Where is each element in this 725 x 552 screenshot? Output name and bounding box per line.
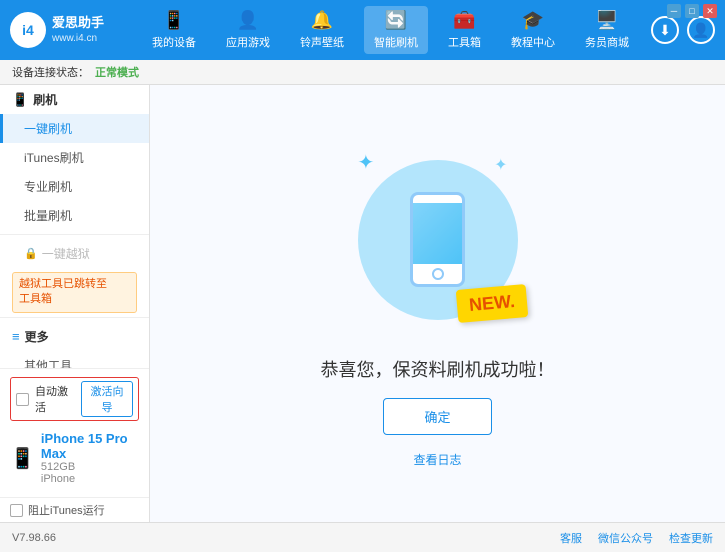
device-phone-icon: 📱	[10, 446, 35, 471]
success-message: 恭喜您，保资料刷机成功啦！	[321, 356, 555, 382]
top-right-controls: ⬇ 👤	[651, 16, 715, 44]
nav-tutorial[interactable]: 🎓 教程中心	[501, 6, 565, 54]
itunes-bar: 阻止iTunes运行	[0, 497, 149, 522]
more-section-icon: ≡	[12, 329, 20, 344]
user-button[interactable]: 👤	[687, 16, 715, 44]
tutorial-icon: 🎓	[522, 10, 544, 31]
customer-service-link[interactable]: 客服	[560, 530, 582, 546]
new-badge: NEW.	[456, 284, 529, 323]
sidebar-device-section: 自动激活 激活向导 📱 iPhone 15 Pro Max 512GB iPho…	[0, 368, 149, 497]
phone-screen	[413, 203, 462, 264]
logo-icon: i4	[10, 12, 46, 48]
nav-business[interactable]: 🖥️ 务员商城	[575, 6, 639, 54]
bottom-left: V7.98.66	[12, 532, 56, 544]
activation-guide-button[interactable]: 激活向导	[81, 381, 133, 417]
minimize-button[interactable]: ─	[667, 4, 681, 18]
nav-tools[interactable]: 🧰 工具箱	[438, 6, 491, 54]
phone-home-button	[432, 268, 444, 280]
sidebar-item-jailbreak-disabled: 🔒 一键越狱	[0, 239, 149, 268]
sidebar-divider-2	[0, 317, 149, 318]
sidebar-scroll: 📱 刷机 一键刷机 iTunes刷机 专业刷机 批量刷机 🔒 一键越狱 越狱工具…	[0, 85, 149, 368]
device-info: 📱 iPhone 15 Pro Max 512GB iPhone	[10, 427, 139, 489]
sidebar-item-itunes-flash[interactable]: iTunes刷机	[0, 143, 149, 172]
main-layout: 📱 刷机 一键刷机 iTunes刷机 专业刷机 批量刷机 🔒 一键越狱 越狱工具…	[0, 85, 725, 522]
lock-icon: 🔒	[24, 247, 38, 260]
logo-text: 爱思助手 www.i4.cn	[52, 15, 104, 45]
itunes-checkbox[interactable]	[10, 504, 23, 517]
sidebar-divider-1	[0, 234, 149, 235]
smart-flash-icon: 🔄	[385, 10, 407, 31]
download-button[interactable]: ⬇	[651, 16, 679, 44]
main-content: ✦ ✦ NEW. 恭喜您，保资料刷机成功啦！ 确定 查看日志	[150, 85, 725, 522]
top-navbar: i4 爱思助手 www.i4.cn 📱 我的设备 👤 应用游戏 🔔 铃声壁纸 🔄…	[0, 0, 725, 60]
phone-illustration: ✦ ✦ NEW.	[338, 140, 538, 340]
sparkle-left-icon: ✦	[358, 150, 375, 175]
maximize-button[interactable]: □	[685, 4, 699, 18]
more-section-header: ≡ 更多	[0, 322, 149, 351]
bottom-right: 客服 微信公众号 检查更新	[560, 530, 713, 546]
phone-device	[410, 192, 465, 287]
nav-items: 📱 我的设备 👤 应用游戏 🔔 铃声壁纸 🔄 智能刷机 🧰 工具箱 🎓 教程中心…	[130, 6, 651, 54]
auto-activate-checkbox[interactable]	[16, 393, 29, 406]
confirm-button[interactable]: 确定	[383, 398, 491, 435]
nav-apps-games[interactable]: 👤 应用游戏	[216, 6, 280, 54]
nav-my-device[interactable]: 📱 我的设备	[142, 6, 206, 54]
nav-ringtones[interactable]: 🔔 铃声壁纸	[290, 6, 354, 54]
view-log-link[interactable]: 查看日志	[413, 451, 461, 468]
logo-area: i4 爱思助手 www.i4.cn	[10, 12, 130, 48]
ringtones-icon: 🔔	[311, 10, 333, 31]
nav-smart-flash[interactable]: 🔄 智能刷机	[364, 6, 428, 54]
sidebar-wrapper: 📱 刷机 一键刷机 iTunes刷机 专业刷机 批量刷机 🔒 一键越狱 越狱工具…	[0, 85, 150, 522]
flash-section-icon: 📱	[12, 92, 28, 108]
device-details: iPhone 15 Pro Max 512GB iPhone	[41, 431, 139, 485]
close-button[interactable]: ✕	[703, 4, 717, 18]
check-update-link[interactable]: 检查更新	[669, 530, 713, 546]
content-body: ✦ ✦ NEW. 恭喜您，保资料刷机成功啦！ 确定 查看日志	[150, 85, 725, 522]
auto-activate-row: 自动激活 激活向导	[10, 377, 139, 421]
flash-section-header: 📱 刷机	[0, 85, 149, 114]
sidebar-item-pro-flash[interactable]: 专业刷机	[0, 172, 149, 201]
sidebar-item-other-tools[interactable]: 其他工具	[0, 351, 149, 368]
tools-icon: 🧰	[453, 10, 475, 31]
sidebar-item-one-key-flash[interactable]: 一键刷机	[0, 114, 149, 143]
my-device-icon: 📱	[163, 10, 185, 31]
status-bar: 设备连接状态： 正常模式	[0, 60, 725, 85]
sidebar-note: 越狱工具已跳转至 工具箱	[12, 272, 137, 313]
sidebar-item-batch-flash[interactable]: 批量刷机	[0, 201, 149, 230]
apps-games-icon: 👤	[237, 10, 259, 31]
business-icon: 🖥️	[596, 10, 618, 31]
wechat-link[interactable]: 微信公众号	[598, 530, 653, 546]
sparkle-right-icon: ✦	[494, 155, 507, 175]
